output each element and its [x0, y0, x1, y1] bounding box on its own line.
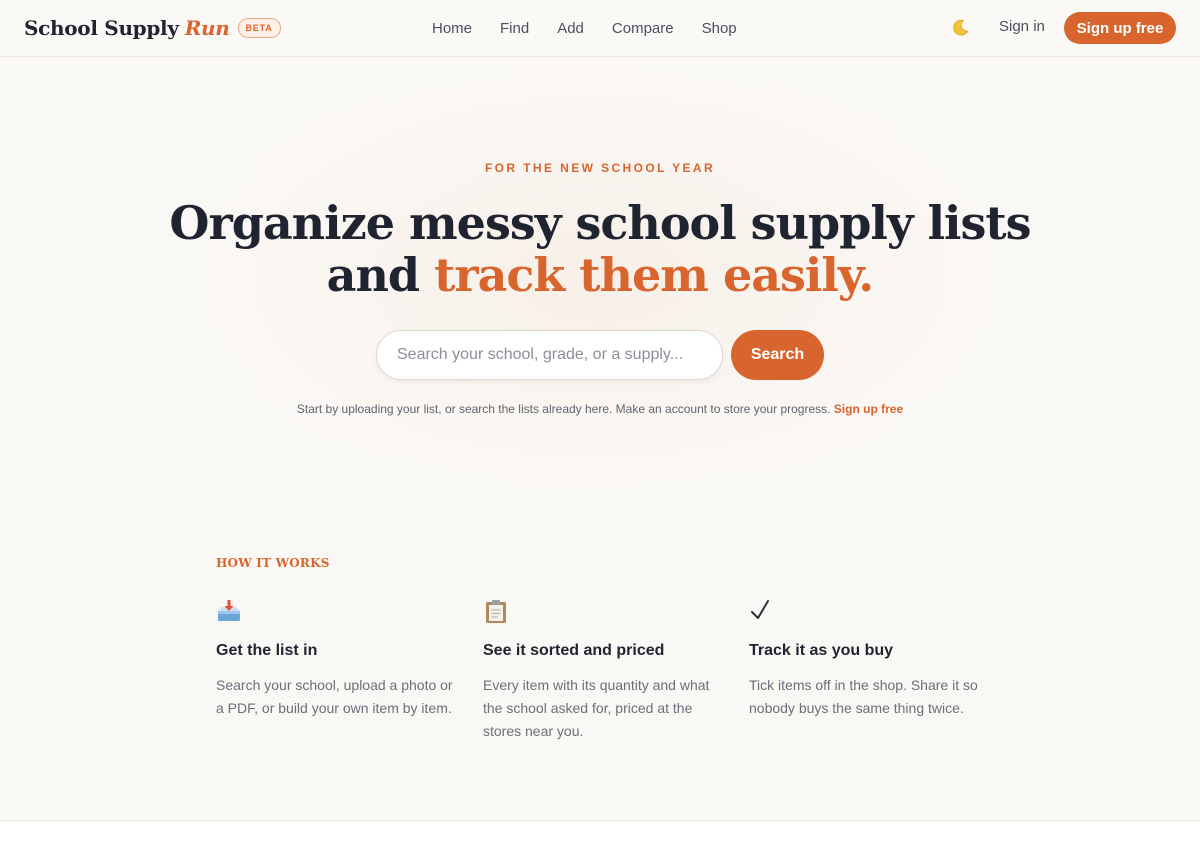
brand-logo[interactable]: School Supply Run BETA — [24, 14, 281, 42]
hint-text: Start by uploading your list, or search … — [296, 402, 834, 416]
step-description: Every item with its quantity and what th… — [483, 677, 710, 739]
step-get-list: Get the list in Search your school, uplo… — [216, 598, 456, 720]
brand-name: School Supply — [24, 16, 179, 40]
nav-item-home[interactable]: Home — [432, 20, 472, 37]
how-it-works-label: HOW IT WORKS — [216, 556, 330, 570]
search-form: Search — [376, 330, 824, 380]
step-sorted-priced: See it sorted and priced Every item with… — [483, 598, 723, 743]
sign-up-button[interactable]: Sign up free — [1064, 12, 1176, 44]
nav-item-shop[interactable]: Shop — [702, 20, 737, 37]
nav-item-compare[interactable]: Compare — [612, 20, 674, 37]
step-title: See it sorted and priced — [483, 642, 665, 659]
headline-accent: track them easily. — [434, 248, 874, 302]
step-title: Get the list in — [216, 642, 318, 659]
checkmark-icon — [749, 598, 775, 624]
step-track: Track it as you buy Tick items off in th… — [749, 598, 989, 720]
beta-badge: BETA — [237, 18, 281, 38]
hero-section: FOR THE NEW SCHOOL YEAR Organize messy s… — [0, 57, 1200, 820]
step-description: Tick items off in the shop. Share it so … — [749, 677, 978, 716]
sign-in-link[interactable]: Sign in — [999, 18, 1045, 35]
hero-hint: Start by uploading your list, or search … — [0, 402, 1200, 416]
clipboard-icon — [483, 598, 509, 624]
search-input[interactable] — [376, 330, 723, 380]
inbox-tray-icon — [216, 598, 242, 624]
hero-eyebrow: FOR THE NEW SCHOOL YEAR — [484, 161, 716, 175]
top-navigation-bar: School Supply Run BETA Home Find Add Com… — [0, 0, 1200, 57]
page: School Supply Run BETA Home Find Add Com… — [0, 0, 1200, 863]
brand-accent: Run — [184, 16, 230, 40]
moon-icon[interactable] — [948, 16, 972, 40]
step-title: Track it as you buy — [749, 642, 894, 659]
hint-sign-up-link[interactable]: Sign up free — [834, 402, 903, 416]
hero-headline: Organize messy school supply lists and t… — [150, 197, 1050, 301]
main-nav: Home Find Add Compare Shop — [432, 0, 737, 56]
step-description: Search your school, upload a photo or a … — [216, 677, 453, 716]
search-button[interactable]: Search — [731, 330, 824, 380]
hero-background-glow — [60, 57, 1140, 557]
section-divider — [0, 820, 1200, 821]
nav-item-find[interactable]: Find — [500, 20, 529, 37]
nav-item-add[interactable]: Add — [557, 20, 584, 37]
